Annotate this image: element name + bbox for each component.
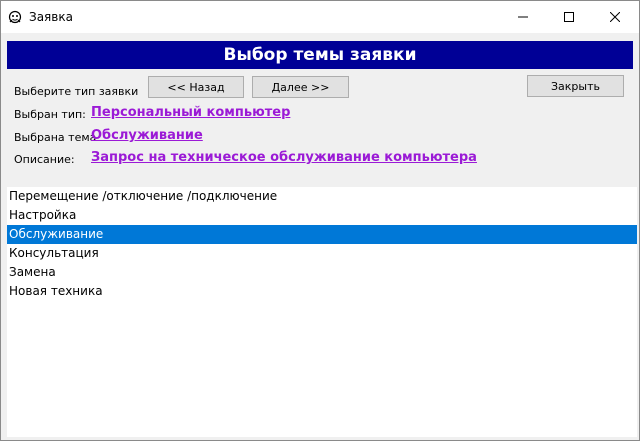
maximize-button[interactable] (546, 1, 592, 33)
selected-topic-label: Выбрана тема (14, 131, 97, 144)
list-item[interactable]: Новая техника (7, 282, 637, 301)
request-window: Заявка Выбор темы заявки Выберите тип за… (0, 0, 640, 441)
window-title: Заявка (29, 10, 73, 24)
app-icon (8, 10, 22, 24)
minimize-icon (518, 16, 528, 18)
list-item[interactable]: Замена (7, 263, 637, 282)
list-item[interactable]: Консультация (7, 244, 637, 263)
close-icon (610, 12, 620, 22)
page-title: Выбор темы заявки (7, 41, 633, 69)
description-label: Описание: (14, 153, 75, 166)
selected-topic-link[interactable]: Обслуживание (91, 128, 203, 143)
close-window-button[interactable] (592, 1, 638, 33)
maximize-icon (564, 12, 574, 22)
minimize-button[interactable] (500, 1, 546, 33)
close-button[interactable]: Закрыть (527, 75, 624, 97)
choose-type-label: Выберите тип заявки (14, 85, 139, 98)
topics-listbox[interactable]: Перемещение /отключение /подключение Нас… (7, 187, 637, 437)
list-item-selected[interactable]: Обслуживание (7, 225, 637, 244)
selected-type-link[interactable]: Персональный компьютер (91, 105, 290, 120)
description-link[interactable]: Запрос на техническое обслуживание компь… (91, 150, 477, 165)
next-button[interactable]: Далее >> (252, 76, 349, 98)
list-item[interactable]: Перемещение /отключение /подключение (7, 187, 637, 206)
title-bar[interactable]: Заявка (1, 1, 639, 33)
selected-type-label: Выбран тип: (14, 108, 86, 121)
list-item[interactable]: Настройка (7, 206, 637, 225)
back-button[interactable]: << Назад (148, 76, 244, 98)
